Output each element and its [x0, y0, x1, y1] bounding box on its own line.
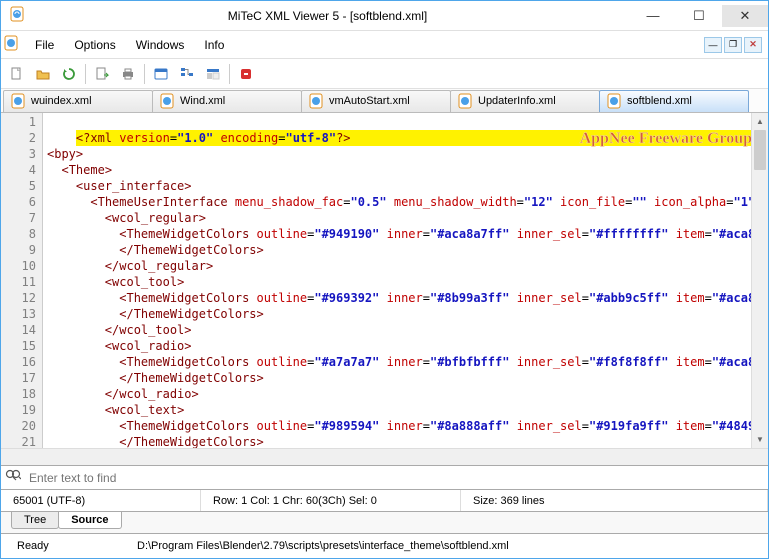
- status-encoding: 65001 (UTF-8): [1, 490, 201, 511]
- code-line[interactable]: </wcol_regular>: [47, 258, 768, 274]
- attributes-button[interactable]: [201, 62, 225, 86]
- view-tabs: Tree Source: [1, 512, 768, 534]
- code-line[interactable]: <ThemeUserInterface menu_shadow_fac="0.5…: [47, 194, 768, 210]
- menu-info[interactable]: Info: [194, 34, 234, 56]
- document-tab[interactable]: UpdaterInfo.xml: [450, 90, 600, 112]
- tab-label: vmAutoStart.xml: [329, 95, 410, 107]
- file-icon: [10, 93, 26, 109]
- code-line[interactable]: <user_interface>: [47, 178, 768, 194]
- tree-button[interactable]: [175, 62, 199, 86]
- scroll-up-arrow[interactable]: ▲: [752, 113, 768, 130]
- file-icon: [308, 93, 324, 109]
- element-info-button[interactable]: [149, 62, 173, 86]
- file-icon: [159, 93, 175, 109]
- tab-label: wuindex.xml: [31, 95, 92, 107]
- status-bar: 65001 (UTF-8) Row: 1 Col: 1 Chr: 60(3Ch)…: [1, 490, 768, 512]
- export-button[interactable]: [90, 62, 114, 86]
- app-icon-small: [3, 35, 19, 54]
- file-icon: [606, 93, 622, 109]
- scroll-thumb[interactable]: [754, 130, 766, 170]
- refresh-button[interactable]: [57, 62, 81, 86]
- footer-path: D:\Program Files\Blender\2.79\scripts\pr…: [121, 540, 525, 552]
- close-button[interactable]: ✕: [722, 5, 768, 27]
- scroll-down-arrow[interactable]: ▼: [752, 431, 768, 448]
- code-line[interactable]: <wcol_radio>: [47, 338, 768, 354]
- maximize-button[interactable]: ☐: [676, 5, 722, 27]
- toolbar-separator: [144, 64, 145, 84]
- toolbar-separator: [229, 64, 230, 84]
- window-titlebar: MiTeC XML Viewer 5 - [softblend.xml] — ☐…: [1, 1, 768, 31]
- mdi-restore-button[interactable]: ❐: [724, 37, 742, 53]
- code-line[interactable]: <?xml version="1.0" encoding="utf-8"?>: [76, 130, 768, 146]
- menu-options[interactable]: Options: [64, 34, 125, 56]
- search-input[interactable]: [27, 471, 764, 485]
- code-line[interactable]: </wcol_tool>: [47, 322, 768, 338]
- new-button[interactable]: [5, 62, 29, 86]
- code-line[interactable]: <wcol_regular>: [47, 210, 768, 226]
- code-line[interactable]: <bpy>: [47, 146, 768, 162]
- status-size: Size: 369 lines: [461, 490, 768, 511]
- document-tab[interactable]: wuindex.xml: [3, 90, 153, 112]
- find-icon: [5, 469, 21, 486]
- tab-source[interactable]: Source: [58, 512, 121, 529]
- file-icon: [457, 93, 473, 109]
- toolbar: [1, 59, 768, 89]
- code-line[interactable]: <Theme>: [47, 162, 768, 178]
- tab-label: UpdaterInfo.xml: [478, 95, 556, 107]
- code-line[interactable]: <ThemeWidgetColors outline="#969392" inn…: [47, 290, 768, 306]
- code-line[interactable]: <ThemeWidgetColors outline="#989594" inn…: [47, 418, 768, 434]
- code-line[interactable]: </wcol_radio>: [47, 386, 768, 402]
- stop-button[interactable]: [234, 62, 258, 86]
- line-gutter: 1234567891011121314151617181920212223242…: [1, 113, 43, 465]
- code-line[interactable]: </ThemeWidgetColors>: [47, 242, 768, 258]
- tab-label: softblend.xml: [627, 95, 692, 107]
- mdi-minimize-button[interactable]: —: [704, 37, 722, 53]
- vertical-scrollbar[interactable]: ▲ ▼: [751, 113, 768, 448]
- code-line[interactable]: <ThemeWidgetColors outline="#949190" inn…: [47, 226, 768, 242]
- code-line[interactable]: </ThemeWidgetColors>: [47, 306, 768, 322]
- toolbar-separator: [85, 64, 86, 84]
- document-tab[interactable]: softblend.xml: [599, 90, 749, 112]
- menu-file[interactable]: File: [25, 34, 64, 56]
- app-icon: [9, 6, 25, 25]
- menu-windows[interactable]: Windows: [126, 34, 195, 56]
- editor-area: 1234567891011121314151617181920212223242…: [1, 113, 768, 466]
- code-line[interactable]: <wcol_tool>: [47, 274, 768, 290]
- menu-bar: File Options Windows Info — ❐ ✕: [1, 31, 768, 59]
- horizontal-scrollbar[interactable]: [1, 448, 768, 465]
- minimize-button[interactable]: —: [630, 5, 676, 27]
- footer-ready: Ready: [1, 540, 121, 552]
- code-line[interactable]: <wcol_text>: [47, 402, 768, 418]
- code-line[interactable]: <ThemeWidgetColors outline="#a7a7a7" inn…: [47, 354, 768, 370]
- footer-status-bar: Ready D:\Program Files\Blender\2.79\scri…: [1, 534, 768, 558]
- document-tab[interactable]: vmAutoStart.xml: [301, 90, 451, 112]
- code-view[interactable]: <?xml version="1.0" encoding="utf-8"?><b…: [43, 113, 768, 465]
- document-tab[interactable]: Wind.xml: [152, 90, 302, 112]
- document-tabs: wuindex.xml Wind.xml vmAutoStart.xml Update…: [1, 89, 768, 113]
- search-bar: [1, 466, 768, 490]
- status-position: Row: 1 Col: 1 Chr: 60(3Ch) Sel: 0: [201, 490, 461, 511]
- code-line[interactable]: </ThemeWidgetColors>: [47, 370, 768, 386]
- mdi-close-button[interactable]: ✕: [744, 37, 762, 53]
- window-title: MiTeC XML Viewer 5 - [softblend.xml]: [25, 9, 630, 23]
- tab-tree[interactable]: Tree: [11, 512, 59, 529]
- tab-label: Wind.xml: [180, 95, 225, 107]
- open-button[interactable]: [31, 62, 55, 86]
- print-button[interactable]: [116, 62, 140, 86]
